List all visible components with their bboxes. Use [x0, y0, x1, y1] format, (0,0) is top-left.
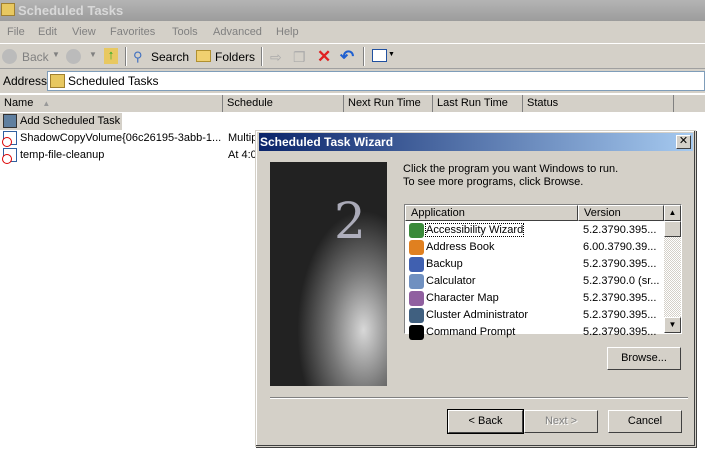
folders-icon	[196, 50, 211, 62]
list-item-add-scheduled-task[interactable]: Add Scheduled Task	[0, 113, 122, 130]
column-version[interactable]: Version	[578, 205, 664, 221]
close-button[interactable]: ✕	[676, 135, 691, 149]
column-name[interactable]: Name ▲	[0, 95, 223, 112]
forward-button[interactable]	[66, 49, 81, 64]
column-header: Name ▲ Schedule Next Run Time Last Run T…	[0, 95, 705, 112]
application-list-item[interactable]: Backup 5.2.3790.395...	[405, 256, 663, 273]
back-button[interactable]: < Back	[447, 409, 524, 434]
application-name: Accessibility Wizard	[424, 223, 525, 237]
list-item-task[interactable]: ShadowCopyVolume{06c26195-3abb-1... Multi…	[0, 130, 257, 147]
application-icon	[409, 325, 424, 340]
application-version: 5.2.3790.0 (sr...	[583, 275, 660, 287]
task-name: Add Scheduled Task	[20, 115, 121, 127]
application-list-item[interactable]: Address Book 6.00.3790.39...	[405, 239, 663, 256]
search-button[interactable]: Search	[151, 50, 189, 64]
application-name: Cluster Administrator	[426, 309, 529, 321]
sort-ascending-icon: ▲	[42, 99, 51, 108]
copy-to-button[interactable]: ❐	[293, 49, 306, 66]
wizard-clock-pen-image	[270, 162, 387, 386]
back-arrow-icon	[2, 49, 17, 64]
application-icon	[409, 274, 424, 289]
application-name: Character Map	[426, 292, 499, 304]
back-dropdown-icon[interactable]: ▼	[52, 50, 60, 59]
dialog-title: Scheduled Task Wizard	[260, 135, 394, 149]
views-button[interactable]	[372, 49, 387, 62]
back-button[interactable]: Back	[22, 50, 49, 64]
menu-view[interactable]: View	[72, 26, 96, 38]
menu-bar: File Edit View Favorites Tools Advanced …	[0, 21, 705, 44]
task-name: ShadowCopyVolume{06c26195-3abb-1...	[20, 132, 222, 144]
browse-button[interactable]: Browse...	[607, 347, 681, 370]
scheduled-tasks-folder-icon	[1, 3, 15, 16]
scheduled-task-icon	[2, 148, 17, 164]
address-input[interactable]: Scheduled Tasks	[47, 71, 705, 91]
application-icon	[409, 223, 424, 238]
menu-file[interactable]: File	[7, 26, 25, 38]
dialog-title-bar: Scheduled Task Wizard ✕	[259, 133, 693, 151]
menu-tools[interactable]: Tools	[172, 26, 198, 38]
application-version: 5.2.3790.395...	[583, 258, 657, 270]
views-dropdown-icon[interactable]: ▼	[388, 51, 395, 58]
toolbar: Back ▼ ▼ ↑ ⚲ Search Folders ⇨ ❐ ✕ ↶ ▼	[0, 44, 705, 69]
window-title-bar: Scheduled Tasks	[0, 0, 705, 21]
address-label: Address	[3, 74, 48, 88]
scroll-thumb[interactable]	[664, 221, 681, 237]
scheduled-tasks-folder-icon	[50, 74, 65, 88]
application-version: 5.2.3790.395...	[583, 292, 657, 304]
column-last-run-time[interactable]: Last Run Time	[433, 95, 523, 112]
application-version: 5.2.3790.395...	[583, 326, 657, 338]
address-bar: Address Scheduled Tasks	[0, 69, 705, 93]
next-button[interactable]: Next >	[524, 410, 598, 433]
move-to-button[interactable]: ⇨	[270, 49, 282, 66]
application-name: Command Prompt	[426, 326, 516, 338]
application-list[interactable]: Application Version Accessibility Wizard…	[404, 204, 682, 340]
application-version: 5.2.3790.395...	[583, 309, 657, 321]
search-icon: ⚲	[133, 49, 143, 64]
task-schedule: At 4:0	[228, 149, 257, 161]
application-list-item[interactable]: Calculator 5.2.3790.0 (sr...	[405, 273, 663, 290]
list-item-task[interactable]: temp-file-cleanup At 4:0	[0, 147, 257, 164]
add-task-icon	[3, 114, 17, 128]
divider	[270, 397, 688, 399]
application-list-item[interactable]: Character Map 5.2.3790.395...	[405, 290, 663, 307]
delete-button[interactable]: ✕	[317, 47, 331, 67]
folders-button[interactable]: Folders	[215, 50, 255, 64]
application-version: 5.2.3790.395...	[583, 224, 657, 236]
up-folder-button[interactable]: ↑	[104, 48, 118, 64]
scheduled-task-icon	[2, 131, 17, 147]
application-icon	[409, 308, 424, 323]
column-status[interactable]: Status	[523, 95, 674, 112]
application-list-item[interactable]: Cluster Administrator 5.2.3790.395...	[405, 307, 663, 324]
menu-edit[interactable]: Edit	[38, 26, 57, 38]
scroll-down-button[interactable]: ▼	[664, 317, 681, 333]
application-icon	[409, 291, 424, 306]
scheduled-task-wizard-dialog: Scheduled Task Wizard ✕ Click the program…	[255, 130, 696, 447]
forward-dropdown-icon[interactable]: ▼	[89, 50, 97, 59]
application-icon	[409, 257, 424, 272]
scroll-up-button[interactable]: ▲	[664, 205, 681, 221]
cancel-button[interactable]: Cancel	[608, 410, 682, 433]
task-schedule: Multip	[228, 132, 258, 144]
application-version: 6.00.3790.39...	[583, 241, 657, 253]
column-next-run-time[interactable]: Next Run Time	[344, 95, 433, 112]
menu-favorites[interactable]: Favorites	[110, 26, 155, 38]
application-name: Calculator	[426, 275, 476, 287]
application-list-item[interactable]: Command Prompt 5.2.3790.395...	[405, 324, 663, 341]
task-name: temp-file-cleanup	[20, 149, 105, 161]
menu-help[interactable]: Help	[276, 26, 299, 38]
application-name: Backup	[426, 258, 463, 270]
instruction-text: Click the program you want Windows to ru…	[403, 163, 619, 188]
application-icon	[409, 240, 424, 255]
menu-advanced[interactable]: Advanced	[213, 26, 262, 38]
column-application[interactable]: Application	[405, 205, 578, 221]
application-name: Address Book	[426, 241, 495, 253]
undo-button[interactable]: ↶	[340, 47, 354, 67]
vertical-scrollbar[interactable]: ▲ ▼	[664, 205, 681, 333]
application-list-item[interactable]: Accessibility Wizard 5.2.3790.395...	[405, 222, 663, 239]
window-title: Scheduled Tasks	[18, 3, 124, 18]
column-schedule[interactable]: Schedule	[223, 95, 344, 112]
address-value: Scheduled Tasks	[68, 74, 159, 88]
